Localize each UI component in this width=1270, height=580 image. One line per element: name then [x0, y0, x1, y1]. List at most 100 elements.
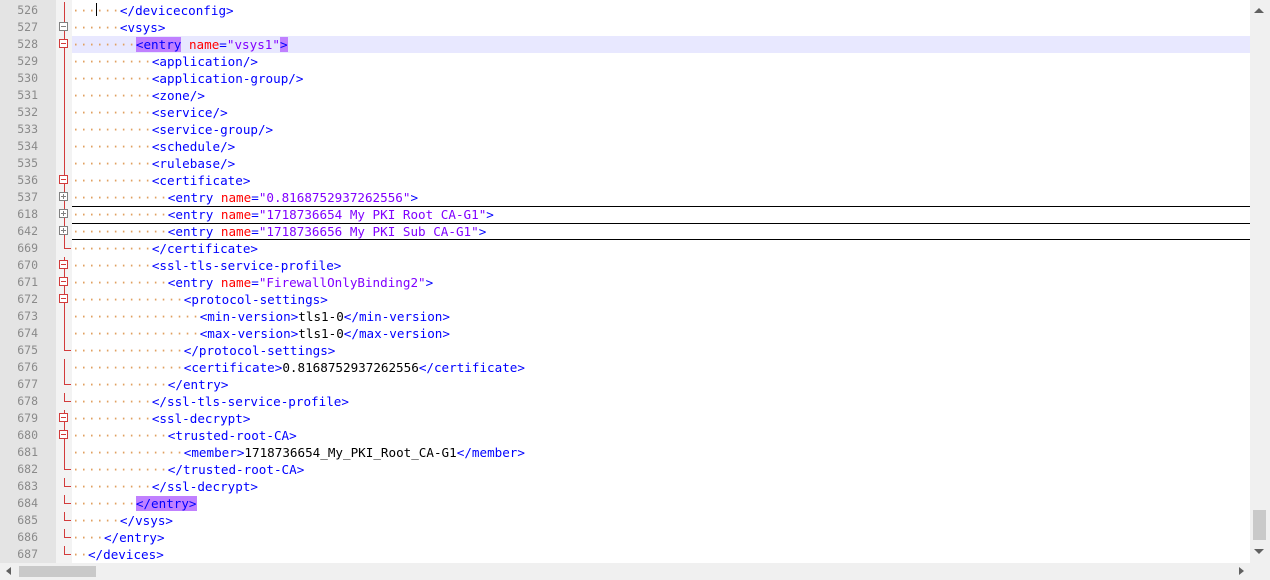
code-line[interactable]: 526 ······</deviceconfig>	[0, 2, 1250, 19]
code-line[interactable]: 686 ····</entry>	[0, 529, 1250, 546]
minus-box-icon[interactable]	[59, 260, 68, 269]
code-line[interactable]: 687 ··</devices>	[0, 546, 1250, 563]
minus-box-icon[interactable]	[59, 175, 68, 184]
code-line[interactable]: 684 ········</entry>	[0, 495, 1250, 512]
code-line[interactable]: 529 ··········<application/>	[0, 53, 1250, 70]
code-line[interactable]: 677 ············</entry>	[0, 376, 1250, 393]
fold-marker[interactable]	[56, 274, 72, 291]
code-text[interactable]: ··········<application/>	[72, 53, 1250, 70]
code-text[interactable]: ··············<member>1718736654_My_PKI_…	[72, 444, 1250, 461]
plus-box-icon[interactable]	[59, 226, 68, 235]
code-line[interactable]: 676 ··············<certificate>0.81687529…	[0, 359, 1250, 376]
arrow-up-icon[interactable]	[1254, 8, 1264, 13]
code-line[interactable]: 675 ··············</protocol-settings>	[0, 342, 1250, 359]
code-editor[interactable]: 526······</deviceconfig>527······<vsys>5…	[0, 0, 1250, 563]
code-text[interactable]: ··········<certificate>	[72, 172, 1250, 189]
arrow-right-icon[interactable]	[1239, 567, 1244, 575]
code-text[interactable]: ····</entry>	[72, 529, 1250, 546]
code-text[interactable]: ··········<schedule/>	[72, 138, 1250, 155]
code-text[interactable]: ················<min-version>tls1-0</min…	[72, 308, 1250, 325]
fold-marker[interactable]	[56, 257, 72, 274]
horizontal-scroll-thumb[interactable]	[19, 566, 96, 577]
fold-marker[interactable]	[56, 427, 72, 444]
code-text[interactable]: ············</entry>	[72, 376, 1250, 393]
code-line[interactable]: 670 ··········<ssl-tls-service-profile>	[0, 257, 1250, 274]
plus-box-icon[interactable]	[59, 209, 68, 218]
fold-marker	[56, 308, 72, 325]
minus-box-icon[interactable]	[59, 430, 68, 439]
fold-marker[interactable]	[56, 291, 72, 308]
code-text[interactable]: ········</entry>	[72, 495, 1250, 512]
code-text[interactable]: ······<vsys>	[72, 19, 1250, 36]
code-line[interactable]: 532 ··········<service/>	[0, 104, 1250, 121]
code-text[interactable]: ··········<rulebase/>	[72, 155, 1250, 172]
fold-marker[interactable]	[56, 172, 72, 189]
fold-marker[interactable]	[56, 223, 72, 240]
code-text[interactable]: ············<entry name="FirewallOnlyBin…	[72, 274, 1250, 291]
code-line[interactable]: 678 ··········</ssl-tls-service-profile>	[0, 393, 1250, 410]
code-text[interactable]: ··········</ssl-tls-service-profile>	[72, 393, 1250, 410]
minus-box-icon[interactable]	[59, 22, 68, 31]
code-line[interactable]: 527 ······<vsys>	[0, 19, 1250, 36]
code-text[interactable]: ··········<service/>	[72, 104, 1250, 121]
code-text[interactable]: ··············<protocol-settings>	[72, 291, 1250, 308]
code-text[interactable]: ··········<zone/>	[72, 87, 1250, 104]
code-line[interactable]: 537 ············<entry name="0.8168752937…	[0, 189, 1250, 206]
code-text[interactable]: ··········</certificate>	[72, 240, 1250, 257]
code-text[interactable]: ··········<application-group/>	[72, 70, 1250, 87]
vertical-scrollbar[interactable]	[1250, 0, 1270, 563]
fold-marker[interactable]	[56, 410, 72, 427]
code-line[interactable]: 642 ············<entry name="1718736656 M…	[0, 223, 1250, 240]
code-text[interactable]: ··</devices>	[72, 546, 1250, 563]
code-text[interactable]: ················<max-version>tls1-0</max…	[72, 325, 1250, 342]
code-line[interactable]: 674 ················<max-version>tls1-0</…	[0, 325, 1250, 342]
code-line[interactable]: 669 ··········</certificate>	[0, 240, 1250, 257]
code-line[interactable]: 534 ··········<schedule/>	[0, 138, 1250, 155]
minus-box-icon[interactable]	[59, 277, 68, 286]
code-text[interactable]: ··········<ssl-tls-service-profile>	[72, 257, 1250, 274]
code-text[interactable]: ······</vsys>	[72, 512, 1250, 529]
code-line[interactable]: 618 ············<entry name="1718736654 M…	[0, 206, 1250, 223]
indent-guide-dots: ··	[72, 547, 88, 562]
code-text[interactable]: ··············</protocol-settings>	[72, 342, 1250, 359]
code-line[interactable]: 681 ··············<member>1718736654_My_P…	[0, 444, 1250, 461]
arrow-down-icon[interactable]	[1254, 549, 1264, 554]
vertical-scroll-thumb[interactable]	[1253, 510, 1266, 540]
fold-marker	[56, 155, 72, 172]
fold-marker[interactable]	[56, 206, 72, 223]
code-text[interactable]: ············<trusted-root-CA>	[72, 427, 1250, 444]
code-text[interactable]: ··············<certificate>0.81687529372…	[72, 359, 1250, 376]
code-line[interactable]: 673 ················<min-version>tls1-0</…	[0, 308, 1250, 325]
horizontal-scrollbar[interactable]	[0, 563, 1250, 580]
code-line[interactable]: 536 ··········<certificate>	[0, 172, 1250, 189]
code-line[interactable]: 683 ··········</ssl-decrypt>	[0, 478, 1250, 495]
code-text[interactable]: ··········</ssl-decrypt>	[72, 478, 1250, 495]
fold-marker[interactable]	[56, 19, 72, 36]
code-text[interactable]: ··········<ssl-decrypt>	[72, 410, 1250, 427]
code-text[interactable]: ··········<service-group/>	[72, 121, 1250, 138]
code-line[interactable]: 682 ············</trusted-root-CA>	[0, 461, 1250, 478]
fold-marker[interactable]	[56, 36, 72, 53]
code-line[interactable]: 685 ······</vsys>	[0, 512, 1250, 529]
code-text[interactable]: ············<entry name="1718736656 My P…	[72, 223, 1250, 240]
code-text[interactable]: ············<entry name="1718736654 My P…	[72, 206, 1250, 223]
code-line[interactable]: 535 ··········<rulebase/>	[0, 155, 1250, 172]
code-line[interactable]: 680 ············<trusted-root-CA>	[0, 427, 1250, 444]
arrow-left-icon[interactable]	[6, 567, 11, 575]
code-line[interactable]: 679 ··········<ssl-decrypt>	[0, 410, 1250, 427]
code-line[interactable]: 531 ··········<zone/>	[0, 87, 1250, 104]
code-text[interactable]: ········<entry name="vsys1">	[72, 36, 1250, 53]
code-line[interactable]: 672 ··············<protocol-settings>	[0, 291, 1250, 308]
code-line[interactable]: 530 ··········<application-group/>	[0, 70, 1250, 87]
fold-marker[interactable]	[56, 189, 72, 206]
minus-box-icon[interactable]	[59, 294, 68, 303]
code-line[interactable]: 671 ············<entry name="FirewallOnly…	[0, 274, 1250, 291]
code-text[interactable]: ············<entry name="0.8168752937262…	[72, 189, 1250, 206]
code-text[interactable]: ······</deviceconfig>	[72, 2, 1250, 19]
minus-box-icon[interactable]	[59, 413, 68, 422]
code-line[interactable]: 533 ··········<service-group/>	[0, 121, 1250, 138]
code-line[interactable]: 528 ········<entry name="vsys1">	[0, 36, 1250, 53]
code-text[interactable]: ············</trusted-root-CA>	[72, 461, 1250, 478]
minus-box-icon[interactable]	[59, 39, 68, 48]
plus-box-icon[interactable]	[59, 192, 68, 201]
